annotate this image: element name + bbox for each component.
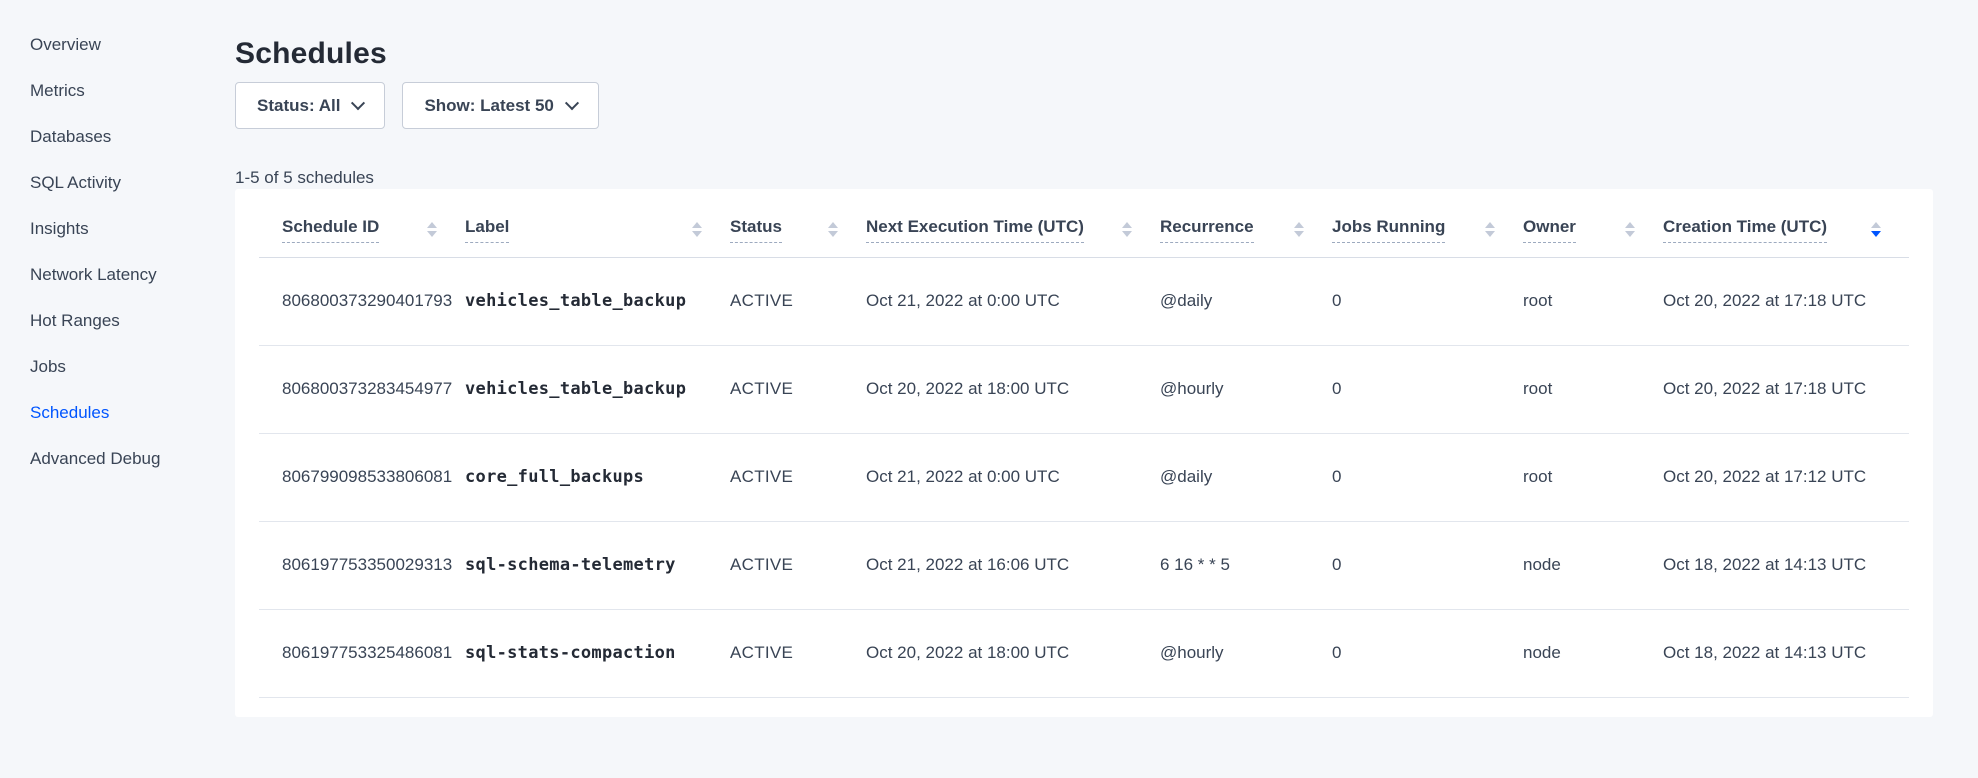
sidebar-item-overview[interactable]: Overview bbox=[0, 22, 235, 68]
show-filter-dropdown[interactable]: Show: Latest 50 bbox=[402, 82, 598, 129]
jobs-running-cell: 0 bbox=[1332, 433, 1523, 521]
sidebar: Overview Metrics Databases SQL Activity … bbox=[0, 0, 235, 778]
table-row: 806799098533806081 core_full_backups ACT… bbox=[259, 433, 1909, 521]
sidebar-item-schedules[interactable]: Schedules bbox=[0, 390, 235, 436]
sidebar-item-network-latency[interactable]: Network Latency bbox=[0, 252, 235, 298]
chevron-down-icon bbox=[565, 96, 579, 110]
jobs-running-cell: 0 bbox=[1332, 345, 1523, 433]
jobs-running-cell: 0 bbox=[1332, 257, 1523, 345]
page-title: Schedules bbox=[235, 36, 1933, 72]
sort-icon[interactable] bbox=[1294, 222, 1304, 237]
table-row: 806197753325486081 sql-stats-compaction … bbox=[259, 609, 1909, 697]
schedules-table: Schedule ID Label Status Next Execution … bbox=[259, 189, 1909, 698]
recurrence-cell: @daily bbox=[1160, 433, 1332, 521]
schedule-label-cell: sql-schema-telemetry bbox=[465, 521, 730, 609]
schedule-id-cell: 806800373283454977 bbox=[259, 345, 465, 433]
sidebar-item-databases[interactable]: Databases bbox=[0, 114, 235, 160]
sort-icon[interactable] bbox=[1122, 222, 1132, 237]
schedule-id-cell: 806799098533806081 bbox=[259, 433, 465, 521]
creation-time-cell: Oct 20, 2022 at 17:18 UTC bbox=[1663, 257, 1909, 345]
sidebar-item-advanced-debug[interactable]: Advanced Debug bbox=[0, 436, 235, 482]
next-execution-cell: Oct 21, 2022 at 0:00 UTC bbox=[866, 257, 1160, 345]
column-header-status[interactable]: Status bbox=[730, 189, 866, 257]
column-header-next-execution-time[interactable]: Next Execution Time (UTC) bbox=[866, 189, 1160, 257]
recurrence-cell: @daily bbox=[1160, 257, 1332, 345]
sort-icon[interactable] bbox=[1625, 222, 1635, 237]
sort-icon[interactable] bbox=[1485, 222, 1495, 237]
main-content: Schedules Status: All Show: Latest 50 1-… bbox=[235, 0, 1933, 717]
status-cell: ACTIVE bbox=[730, 609, 866, 697]
status-filter-label: Status: All bbox=[257, 96, 340, 116]
schedule-label-cell: core_full_backups bbox=[465, 433, 730, 521]
schedule-label-cell: sql-stats-compaction bbox=[465, 609, 730, 697]
recurrence-cell: @hourly bbox=[1160, 609, 1332, 697]
schedule-id-cell: 806197753350029313 bbox=[259, 521, 465, 609]
creation-time-cell: Oct 18, 2022 at 14:13 UTC bbox=[1663, 521, 1909, 609]
sidebar-item-insights[interactable]: Insights bbox=[0, 206, 235, 252]
owner-cell: node bbox=[1523, 521, 1663, 609]
next-execution-cell: Oct 20, 2022 at 18:00 UTC bbox=[866, 345, 1160, 433]
sidebar-item-jobs[interactable]: Jobs bbox=[0, 344, 235, 390]
creation-time-cell: Oct 20, 2022 at 17:12 UTC bbox=[1663, 433, 1909, 521]
jobs-running-cell: 0 bbox=[1332, 609, 1523, 697]
creation-time-cell: Oct 18, 2022 at 14:13 UTC bbox=[1663, 609, 1909, 697]
schedules-table-card: Schedule ID Label Status Next Execution … bbox=[235, 189, 1933, 717]
status-cell: ACTIVE bbox=[730, 345, 866, 433]
schedule-id-cell: 806197753325486081 bbox=[259, 609, 465, 697]
owner-cell: root bbox=[1523, 345, 1663, 433]
next-execution-cell: Oct 21, 2022 at 16:06 UTC bbox=[866, 521, 1160, 609]
status-cell: ACTIVE bbox=[730, 433, 866, 521]
chevron-down-icon bbox=[351, 96, 365, 110]
table-row: 806800373290401793 vehicles_table_backup… bbox=[259, 257, 1909, 345]
filters-bar: Status: All Show: Latest 50 bbox=[235, 82, 1933, 129]
next-execution-cell: Oct 20, 2022 at 18:00 UTC bbox=[866, 609, 1160, 697]
owner-cell: root bbox=[1523, 433, 1663, 521]
schedule-label-cell: vehicles_table_backup bbox=[465, 257, 730, 345]
owner-cell: root bbox=[1523, 257, 1663, 345]
recurrence-cell: 6 16 * * 5 bbox=[1160, 521, 1332, 609]
column-header-schedule-id[interactable]: Schedule ID bbox=[259, 189, 465, 257]
sidebar-item-sql-activity[interactable]: SQL Activity bbox=[0, 160, 235, 206]
results-summary: 1-5 of 5 schedules bbox=[235, 168, 1933, 187]
column-header-owner[interactable]: Owner bbox=[1523, 189, 1663, 257]
schedule-id-cell: 806800373290401793 bbox=[259, 257, 465, 345]
status-cell: ACTIVE bbox=[730, 521, 866, 609]
show-filter-label: Show: Latest 50 bbox=[424, 96, 553, 116]
next-execution-cell: Oct 21, 2022 at 0:00 UTC bbox=[866, 433, 1160, 521]
table-header-row: Schedule ID Label Status Next Execution … bbox=[259, 189, 1909, 257]
column-header-recurrence[interactable]: Recurrence bbox=[1160, 189, 1332, 257]
recurrence-cell: @hourly bbox=[1160, 345, 1332, 433]
owner-cell: node bbox=[1523, 609, 1663, 697]
status-cell: ACTIVE bbox=[730, 257, 866, 345]
column-header-label[interactable]: Label bbox=[465, 189, 730, 257]
table-row: 806197753350029313 sql-schema-telemetry … bbox=[259, 521, 1909, 609]
column-header-creation-time[interactable]: Creation Time (UTC) bbox=[1663, 189, 1909, 257]
creation-time-cell: Oct 20, 2022 at 17:18 UTC bbox=[1663, 345, 1909, 433]
status-filter-dropdown[interactable]: Status: All bbox=[235, 82, 385, 129]
table-row: 806800373283454977 vehicles_table_backup… bbox=[259, 345, 1909, 433]
sort-icon[interactable] bbox=[427, 222, 437, 237]
sort-icon[interactable] bbox=[828, 222, 838, 237]
schedule-label-cell: vehicles_table_backup bbox=[465, 345, 730, 433]
jobs-running-cell: 0 bbox=[1332, 521, 1523, 609]
sort-icon-descending-active[interactable] bbox=[1871, 222, 1881, 237]
column-header-jobs-running[interactable]: Jobs Running bbox=[1332, 189, 1523, 257]
sidebar-item-metrics[interactable]: Metrics bbox=[0, 68, 235, 114]
sidebar-item-hot-ranges[interactable]: Hot Ranges bbox=[0, 298, 235, 344]
sort-icon[interactable] bbox=[692, 222, 702, 237]
